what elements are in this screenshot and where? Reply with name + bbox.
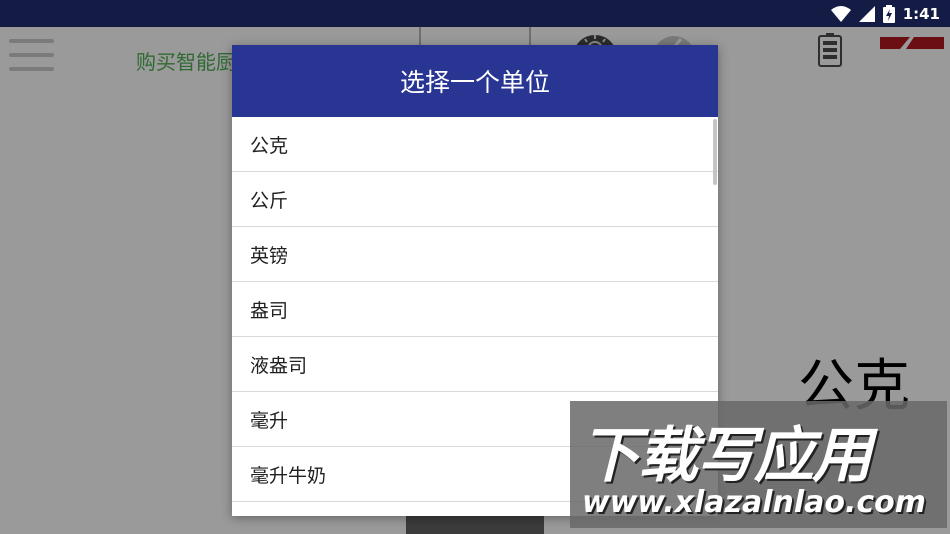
watermark: 下载写应用 www.xlazalnlao.com xyxy=(570,401,947,528)
status-clock: 1:41 xyxy=(902,5,940,23)
flag-icon[interactable] xyxy=(880,37,944,49)
unit-option-ounce[interactable]: 盎司 xyxy=(232,282,718,337)
unit-option-kilogram[interactable]: 公斤 xyxy=(232,172,718,227)
watermark-url: www.xlazalnlao.com xyxy=(582,485,927,520)
status-bar: 1:41 xyxy=(0,0,950,27)
battery-charging-icon xyxy=(882,5,895,23)
unit-option-gram[interactable]: 公克 xyxy=(232,117,718,172)
menu-icon[interactable] xyxy=(9,39,54,71)
watermark-text: 下载写应用 xyxy=(580,421,872,491)
wifi-icon xyxy=(830,6,851,22)
battery-icon xyxy=(818,33,842,67)
cell-signal-icon xyxy=(858,6,875,22)
buy-link[interactable]: 购买智能厨 xyxy=(136,46,236,75)
unit-option-fluid-ounce[interactable]: 液盎司 xyxy=(232,337,718,392)
scrollbar-thumb[interactable] xyxy=(713,119,717,185)
unit-option-pound[interactable]: 英镑 xyxy=(232,227,718,282)
status-icons: 1:41 xyxy=(830,4,940,24)
dialog-title: 选择一个单位 xyxy=(399,68,550,97)
dialog-header: 选择一个单位 xyxy=(232,45,718,117)
